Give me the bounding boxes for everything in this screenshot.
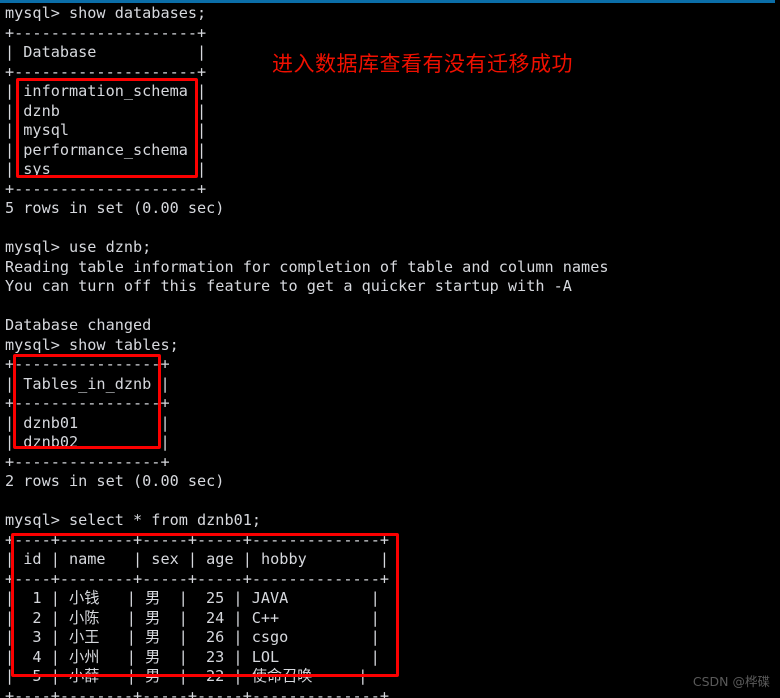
terminal-line: | sys | [5, 160, 207, 178]
window-top-accent-bar [0, 0, 775, 3]
terminal-line: mysql> use dznb; [5, 238, 152, 256]
terminal-line: +----------------+ [5, 394, 170, 412]
terminal-line: +----+--------+-----+-----+-------------… [5, 530, 390, 549]
terminal-line: | Tables_in_dznb | [5, 374, 170, 393]
terminal-line: +----------------+ [5, 355, 170, 373]
terminal-line: mysql> show tables; [5, 335, 179, 354]
terminal-line: You can turn off this feature to get a q… [5, 277, 572, 295]
terminal-line: | 5 | 小薛 | 男 | 22 | 使命召唤 | [5, 667, 368, 685]
terminal-line: | id | name | sex | age | hobby | [5, 550, 390, 568]
terminal-line: | 4 | 小州 | 男 | 23 | LOL | [5, 647, 380, 666]
terminal-screenshot: mysql> show databases; +-----------------… [0, 0, 780, 698]
terminal-line: | 3 | 小王 | 男 | 26 | csgo | [5, 628, 380, 646]
terminal-line: +--------------------+ [5, 179, 207, 198]
terminal-line: Database changed [5, 316, 152, 334]
terminal-line: +--------------------+ [5, 23, 207, 42]
terminal-line: | dznb01 | [5, 413, 170, 432]
watermark: CSDN @桦碟 [692, 674, 770, 689]
terminal-output[interactable]: mysql> show databases; +-----------------… [5, 4, 775, 698]
terminal-line: | mysql | [5, 121, 207, 139]
terminal-line: | dznb | [5, 101, 207, 120]
terminal-line: | dznb02 | [5, 433, 170, 451]
terminal-line: mysql> select * from dznb01; [5, 511, 262, 529]
terminal-line: Reading table information for completion… [5, 257, 609, 276]
terminal-line: | information_schema | [5, 82, 207, 100]
terminal-line: | 1 | 小钱 | 男 | 25 | JAVA | [5, 589, 380, 607]
terminal-line: 5 rows in set (0.00 sec) [5, 199, 225, 217]
terminal-line: +----+--------+-----+-----+-------------… [5, 569, 390, 588]
terminal-line: 2 rows in set (0.00 sec) [5, 472, 225, 490]
terminal-line: | performance_schema | [5, 140, 207, 159]
annotation-text: 进入数据库查看有没有迁移成功 [272, 52, 573, 76]
terminal-line: mysql> show databases; [5, 4, 207, 22]
terminal-line: | 2 | 小陈 | 男 | 24 | C++ | [5, 608, 380, 627]
terminal-line: +----+--------+-----+-----+-------------… [5, 686, 390, 698]
terminal-line: +----------------+ [5, 452, 170, 471]
